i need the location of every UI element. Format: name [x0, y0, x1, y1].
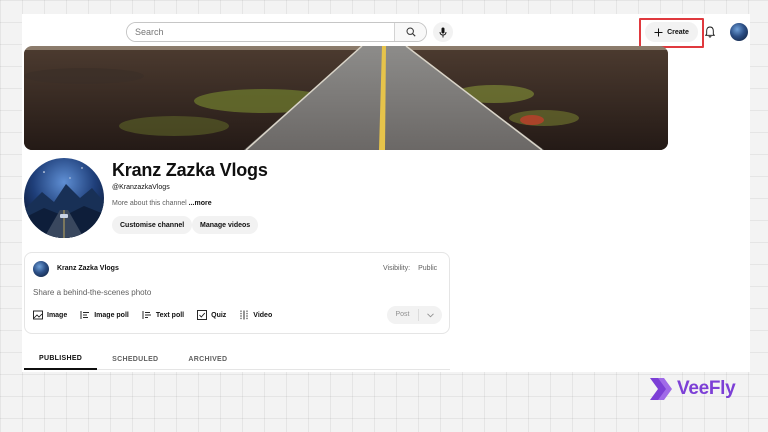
visibility-value: Public [418, 265, 438, 272]
bell-icon [705, 26, 715, 38]
tab-archived[interactable]: ARCHIVED [173, 348, 242, 370]
channel-banner [24, 46, 668, 150]
plus-icon [654, 28, 663, 36]
text-poll-icon [142, 311, 151, 319]
post-options-dropdown[interactable] [419, 312, 442, 318]
search-bar [126, 22, 427, 42]
voice-search-button[interactable] [433, 22, 453, 42]
video-tool-label: Video [253, 311, 273, 319]
video-tool-button[interactable]: Video [239, 310, 272, 320]
channel-handle: @KranzazkaVlogs [112, 184, 170, 191]
veefly-watermark: VeeFly [648, 373, 736, 405]
post-text-input[interactable]: Share a behind-the-scenes photo [33, 288, 151, 297]
image-poll-tool-button[interactable]: Image poll [80, 310, 129, 320]
image-poll-icon [80, 311, 90, 319]
visibility-label: Visibility: [383, 265, 411, 272]
post-type-toolbar: Image Image poll Text poll Quiz Video [33, 310, 272, 320]
create-button[interactable]: Create [645, 22, 698, 42]
create-label: Create [667, 28, 689, 36]
quiz-tool-label: Quiz [211, 311, 227, 319]
tab-scheduled[interactable]: SCHEDULED [97, 348, 173, 370]
about-text: More about this channel [112, 200, 187, 207]
channel-name: Kranz Zazka Vlogs [112, 160, 268, 180]
text-poll-tool-label: Text poll [155, 311, 185, 319]
composer-author: Kranz Zazka Vlogs [57, 265, 119, 272]
veefly-logo-icon [650, 378, 672, 400]
channel-avatar[interactable] [24, 158, 104, 238]
search-button[interactable] [394, 23, 426, 41]
post-button[interactable]: Post [387, 306, 442, 324]
customise-channel-button[interactable]: Customise channel [112, 216, 193, 234]
chevron-down-icon [427, 312, 434, 317]
post-button-label: Post [387, 309, 419, 321]
quiz-tool-button[interactable]: Quiz [197, 310, 226, 320]
post-composer: Kranz Zazka Vlogs Visibility: Public Shar… [24, 252, 450, 334]
post-tabs: PUBLISHED SCHEDULED ARCHIVED [24, 348, 450, 370]
search-icon [405, 27, 416, 37]
search-input[interactable] [127, 23, 394, 41]
quiz-icon [197, 310, 208, 320]
image-tool-label: Image [47, 311, 68, 319]
account-avatar[interactable] [730, 23, 748, 41]
image-icon [33, 310, 43, 320]
notifications-button[interactable] [704, 25, 716, 39]
microphone-icon [439, 27, 447, 37]
manage-videos-button[interactable]: Manage videos [192, 216, 259, 234]
image-poll-tool-label: Image poll [94, 311, 129, 319]
veefly-wordmark: VeeFly [677, 378, 736, 399]
youtube-studio-page: Create [22, 14, 750, 372]
tab-published[interactable]: PUBLISHED [24, 348, 98, 370]
text-poll-tool-button[interactable]: Text poll [142, 310, 184, 320]
video-icon [240, 310, 248, 320]
visibility-selector[interactable]: Visibility: Public [383, 265, 437, 272]
channel-about-link[interactable]: More about this channel ...more [112, 200, 212, 207]
image-tool-button[interactable]: Image [33, 310, 67, 320]
more-link[interactable]: ...more [189, 200, 212, 207]
composer-avatar [33, 261, 49, 277]
